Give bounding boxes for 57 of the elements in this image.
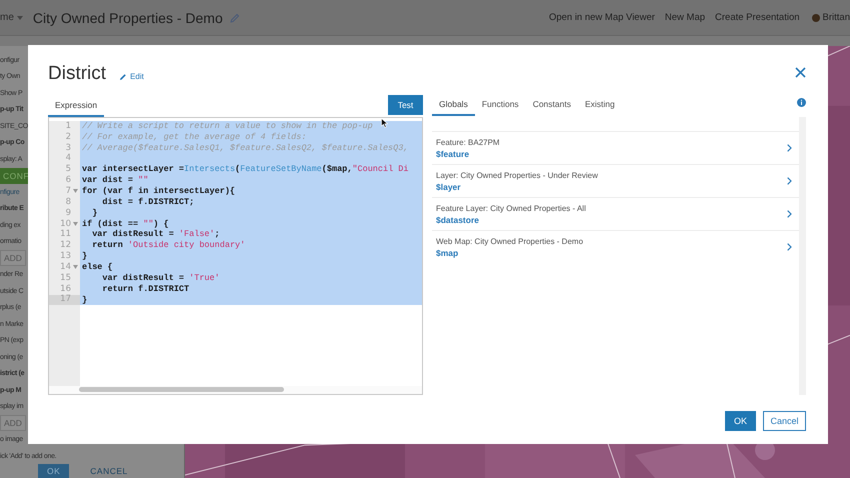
chevron-right-icon[interactable] bbox=[787, 144, 792, 152]
chevron-right-icon[interactable] bbox=[787, 210, 792, 218]
mouse-pointer-icon bbox=[381, 118, 388, 128]
global-variable[interactable]: $datastore bbox=[436, 214, 479, 224]
fold-icon[interactable] bbox=[73, 222, 78, 226]
line-number: 16 bbox=[60, 284, 71, 294]
global-label: Feature Layer: City Owned Properties - All bbox=[436, 204, 587, 212]
chevron-right-icon[interactable] bbox=[787, 177, 792, 185]
line-number: 4 bbox=[66, 154, 71, 164]
tab[interactable]: Constants bbox=[526, 94, 578, 116]
tab[interactable]: Expression bbox=[48, 95, 104, 117]
map-title: City Owned Properties - Demo bbox=[32, 10, 223, 26]
fold-icon[interactable] bbox=[73, 265, 78, 270]
line-number: 1 bbox=[66, 122, 71, 131]
global-variable[interactable]: $feature bbox=[436, 148, 470, 158]
caret-icon bbox=[16, 16, 23, 20]
line-number: 12 bbox=[60, 241, 71, 250]
user-name[interactable]: Brittan bbox=[822, 12, 850, 23]
tab[interactable]: Existing bbox=[578, 94, 622, 116]
tab[interactable]: Functions bbox=[474, 94, 526, 116]
line-number: 8 bbox=[66, 198, 71, 207]
line-number: 11 bbox=[60, 230, 71, 240]
tab[interactable]: Globals bbox=[432, 94, 475, 116]
ok-button[interactable]: OK bbox=[725, 411, 756, 431]
line-number: 13 bbox=[60, 252, 71, 262]
avatar-icon[interactable] bbox=[812, 14, 820, 22]
global-label: Web Map: City Owned Properties - Demo bbox=[436, 236, 584, 246]
close-icon[interactable] bbox=[795, 67, 806, 78]
fold-icon[interactable] bbox=[73, 189, 78, 194]
menu-label[interactable]: me bbox=[0, 12, 14, 23]
dialog-title: District bbox=[48, 63, 106, 85]
line-number: 6 bbox=[66, 176, 71, 186]
line-number: 9 bbox=[66, 208, 71, 218]
line-number: 15 bbox=[60, 274, 71, 283]
ok-button[interactable]: OK bbox=[38, 464, 70, 478]
global-label: Feature: BA27PM bbox=[436, 138, 501, 146]
global-variable[interactable]: $layer bbox=[436, 182, 461, 192]
cancel-button[interactable]: Cancel bbox=[763, 411, 806, 431]
line-number: 5 bbox=[66, 165, 71, 174]
cancel-button[interactable]: CANCEL bbox=[81, 464, 137, 478]
header-link[interactable]: Create Presentation bbox=[715, 12, 800, 23]
line-number: 2 bbox=[66, 132, 71, 142]
scrollbar[interactable] bbox=[49, 386, 422, 394]
header-link[interactable]: New Map bbox=[664, 12, 706, 23]
header-link[interactable]: Open in new Map Viewer bbox=[548, 12, 655, 23]
info-icon[interactable] bbox=[797, 98, 806, 106]
pencil-icon bbox=[119, 72, 128, 80]
test-button[interactable]: Test bbox=[388, 95, 423, 115]
global-label: Layer: City Owned Properties - Under Review bbox=[436, 170, 599, 180]
line-number: 10 bbox=[60, 220, 71, 229]
edit-link[interactable]: Edit bbox=[119, 72, 144, 81]
global-variable[interactable]: $map bbox=[436, 248, 458, 258]
chevron-right-icon[interactable] bbox=[787, 243, 792, 251]
code-editor[interactable] bbox=[48, 117, 423, 395]
line-number: 14 bbox=[60, 262, 71, 272]
line-number: 3 bbox=[66, 144, 71, 153]
line-number: 7 bbox=[66, 186, 71, 196]
